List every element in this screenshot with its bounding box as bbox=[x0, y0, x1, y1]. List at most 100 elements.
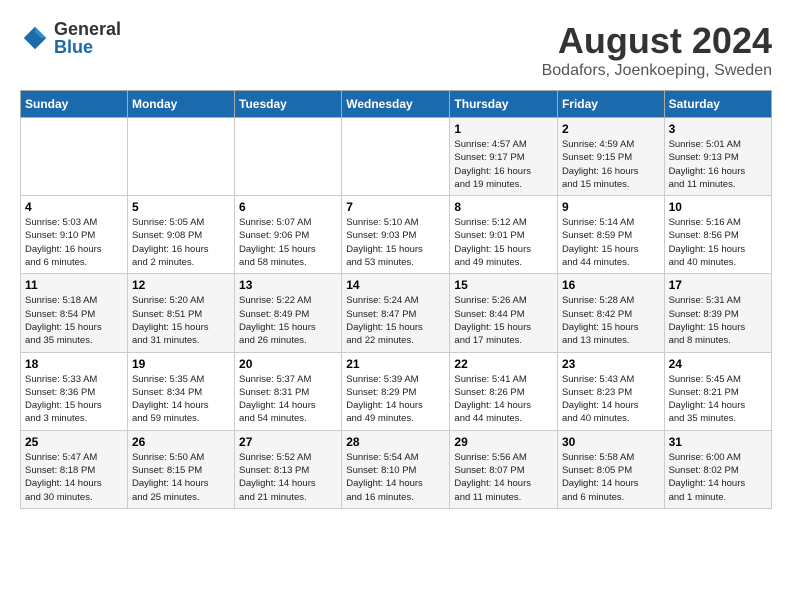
calendar-cell: 16 Sunrise: 5:28 AM Sunset: 8:42 PM Dayli… bbox=[557, 274, 664, 352]
logo: General Blue bbox=[20, 20, 121, 56]
day-number: 16 bbox=[562, 278, 660, 292]
day-info: Sunrise: 5:39 AM Sunset: 8:29 PM Dayligh… bbox=[346, 373, 445, 426]
calendar-cell: 17Sunrise: 5:31 AM Sunset: 8:39 PM Dayli… bbox=[664, 274, 771, 352]
calendar-cell: 25 Sunrise: 5:47 AM Sunset: 8:18 PM Dayli… bbox=[21, 430, 128, 508]
calendar-cell: 7 Sunrise: 5:10 AM Sunset: 9:03 PM Daylig… bbox=[342, 196, 450, 274]
day-info: Sunrise: 5:01 AM Sunset: 9:13 PM Dayligh… bbox=[669, 138, 767, 191]
day-number: 3 bbox=[669, 122, 767, 136]
calendar-cell: 23 Sunrise: 5:43 AM Sunset: 8:23 PM Dayli… bbox=[557, 352, 664, 430]
day-number: 8 bbox=[454, 200, 553, 214]
day-info: Sunrise: 5:58 AM Sunset: 8:05 PM Dayligh… bbox=[562, 451, 660, 504]
calendar-cell bbox=[21, 118, 128, 196]
weekday-header-wednesday: Wednesday bbox=[342, 91, 450, 118]
day-info: Sunrise: 5:22 AM Sunset: 8:49 PM Dayligh… bbox=[239, 294, 337, 347]
logo-blue-text: Blue bbox=[54, 38, 121, 56]
day-info: Sunrise: 5:50 AM Sunset: 8:15 PM Dayligh… bbox=[132, 451, 230, 504]
week-row-1: 1 Sunrise: 4:57 AM Sunset: 9:17 PM Daylig… bbox=[21, 118, 772, 196]
weekday-header-tuesday: Tuesday bbox=[235, 91, 342, 118]
weekday-header-saturday: Saturday bbox=[664, 91, 771, 118]
calendar-cell: 26 Sunrise: 5:50 AM Sunset: 8:15 PM Dayli… bbox=[127, 430, 234, 508]
day-info: Sunrise: 5:26 AM Sunset: 8:44 PM Dayligh… bbox=[454, 294, 553, 347]
day-info: Sunrise: 5:07 AM Sunset: 9:06 PM Dayligh… bbox=[239, 216, 337, 269]
day-number: 25 bbox=[25, 435, 123, 449]
calendar-cell: 6 Sunrise: 5:07 AM Sunset: 9:06 PM Daylig… bbox=[235, 196, 342, 274]
day-info: Sunrise: 5:41 AM Sunset: 8:26 PM Dayligh… bbox=[454, 373, 553, 426]
logo-text: General Blue bbox=[54, 20, 121, 56]
calendar-cell bbox=[235, 118, 342, 196]
week-row-5: 25 Sunrise: 5:47 AM Sunset: 8:18 PM Dayli… bbox=[21, 430, 772, 508]
day-number: 12 bbox=[132, 278, 230, 292]
day-number: 29 bbox=[454, 435, 553, 449]
week-row-3: 11 Sunrise: 5:18 AM Sunset: 8:54 PM Dayli… bbox=[21, 274, 772, 352]
weekday-header-friday: Friday bbox=[557, 91, 664, 118]
weekday-header-monday: Monday bbox=[127, 91, 234, 118]
day-number: 18 bbox=[25, 357, 123, 371]
day-number: 22 bbox=[454, 357, 553, 371]
calendar-cell: 11 Sunrise: 5:18 AM Sunset: 8:54 PM Dayli… bbox=[21, 274, 128, 352]
page-header: General Blue August 2024 Bodafors, Joenk… bbox=[20, 20, 772, 80]
day-number: 19 bbox=[132, 357, 230, 371]
month-year-title: August 2024 bbox=[542, 20, 772, 62]
day-info: Sunrise: 5:10 AM Sunset: 9:03 PM Dayligh… bbox=[346, 216, 445, 269]
day-number: 7 bbox=[346, 200, 445, 214]
day-info: Sunrise: 5:56 AM Sunset: 8:07 PM Dayligh… bbox=[454, 451, 553, 504]
calendar-cell bbox=[342, 118, 450, 196]
calendar-cell: 24Sunrise: 5:45 AM Sunset: 8:21 PM Dayli… bbox=[664, 352, 771, 430]
calendar-cell: 21 Sunrise: 5:39 AM Sunset: 8:29 PM Dayli… bbox=[342, 352, 450, 430]
day-info: Sunrise: 5:33 AM Sunset: 8:36 PM Dayligh… bbox=[25, 373, 123, 426]
calendar-cell bbox=[127, 118, 234, 196]
day-number: 15 bbox=[454, 278, 553, 292]
day-number: 23 bbox=[562, 357, 660, 371]
calendar-cell: 10Sunrise: 5:16 AM Sunset: 8:56 PM Dayli… bbox=[664, 196, 771, 274]
calendar-cell: 27 Sunrise: 5:52 AM Sunset: 8:13 PM Dayli… bbox=[235, 430, 342, 508]
title-block: August 2024 Bodafors, Joenkoeping, Swede… bbox=[542, 20, 772, 80]
day-info: Sunrise: 5:43 AM Sunset: 8:23 PM Dayligh… bbox=[562, 373, 660, 426]
day-number: 20 bbox=[239, 357, 337, 371]
day-info: Sunrise: 4:57 AM Sunset: 9:17 PM Dayligh… bbox=[454, 138, 553, 191]
week-row-2: 4Sunrise: 5:03 AM Sunset: 9:10 PM Daylig… bbox=[21, 196, 772, 274]
day-info: Sunrise: 6:00 AM Sunset: 8:02 PM Dayligh… bbox=[669, 451, 767, 504]
day-info: Sunrise: 5:52 AM Sunset: 8:13 PM Dayligh… bbox=[239, 451, 337, 504]
calendar-cell: 29 Sunrise: 5:56 AM Sunset: 8:07 PM Dayli… bbox=[450, 430, 558, 508]
calendar-cell: 2Sunrise: 4:59 AM Sunset: 9:15 PM Daylig… bbox=[557, 118, 664, 196]
day-number: 27 bbox=[239, 435, 337, 449]
calendar-cell: 9Sunrise: 5:14 AM Sunset: 8:59 PM Daylig… bbox=[557, 196, 664, 274]
weekday-header-thursday: Thursday bbox=[450, 91, 558, 118]
logo-general: General bbox=[54, 20, 121, 38]
day-info: Sunrise: 5:37 AM Sunset: 8:31 PM Dayligh… bbox=[239, 373, 337, 426]
day-number: 31 bbox=[669, 435, 767, 449]
calendar-cell: 14Sunrise: 5:24 AM Sunset: 8:47 PM Dayli… bbox=[342, 274, 450, 352]
day-info: Sunrise: 5:35 AM Sunset: 8:34 PM Dayligh… bbox=[132, 373, 230, 426]
day-info: Sunrise: 5:31 AM Sunset: 8:39 PM Dayligh… bbox=[669, 294, 767, 347]
weekday-header-sunday: Sunday bbox=[21, 91, 128, 118]
day-number: 2 bbox=[562, 122, 660, 136]
day-info: Sunrise: 5:05 AM Sunset: 9:08 PM Dayligh… bbox=[132, 216, 230, 269]
calendar-cell: 12 Sunrise: 5:20 AM Sunset: 8:51 PM Dayli… bbox=[127, 274, 234, 352]
day-info: Sunrise: 5:18 AM Sunset: 8:54 PM Dayligh… bbox=[25, 294, 123, 347]
calendar-cell: 5 Sunrise: 5:05 AM Sunset: 9:08 PM Daylig… bbox=[127, 196, 234, 274]
day-number: 13 bbox=[239, 278, 337, 292]
day-number: 5 bbox=[132, 200, 230, 214]
calendar-cell: 8Sunrise: 5:12 AM Sunset: 9:01 PM Daylig… bbox=[450, 196, 558, 274]
day-number: 6 bbox=[239, 200, 337, 214]
calendar-cell: 28Sunrise: 5:54 AM Sunset: 8:10 PM Dayli… bbox=[342, 430, 450, 508]
calendar-cell: 19 Sunrise: 5:35 AM Sunset: 8:34 PM Dayli… bbox=[127, 352, 234, 430]
logo-icon bbox=[20, 23, 50, 53]
day-number: 21 bbox=[346, 357, 445, 371]
calendar-cell: 13 Sunrise: 5:22 AM Sunset: 8:49 PM Dayli… bbox=[235, 274, 342, 352]
calendar-cell: 15 Sunrise: 5:26 AM Sunset: 8:44 PM Dayli… bbox=[450, 274, 558, 352]
calendar-cell: 31 Sunrise: 6:00 AM Sunset: 8:02 PM Dayli… bbox=[664, 430, 771, 508]
day-number: 30 bbox=[562, 435, 660, 449]
day-number: 24 bbox=[669, 357, 767, 371]
day-number: 26 bbox=[132, 435, 230, 449]
day-info: Sunrise: 5:14 AM Sunset: 8:59 PM Dayligh… bbox=[562, 216, 660, 269]
day-info: Sunrise: 5:47 AM Sunset: 8:18 PM Dayligh… bbox=[25, 451, 123, 504]
day-number: 1 bbox=[454, 122, 553, 136]
calendar-cell: 22 Sunrise: 5:41 AM Sunset: 8:26 PM Dayli… bbox=[450, 352, 558, 430]
day-info: Sunrise: 5:20 AM Sunset: 8:51 PM Dayligh… bbox=[132, 294, 230, 347]
calendar-cell: 3 Sunrise: 5:01 AM Sunset: 9:13 PM Daylig… bbox=[664, 118, 771, 196]
day-info: Sunrise: 5:28 AM Sunset: 8:42 PM Dayligh… bbox=[562, 294, 660, 347]
day-info: Sunrise: 5:03 AM Sunset: 9:10 PM Dayligh… bbox=[25, 216, 123, 269]
location-subtitle: Bodafors, Joenkoeping, Sweden bbox=[542, 62, 772, 80]
day-number: 11 bbox=[25, 278, 123, 292]
